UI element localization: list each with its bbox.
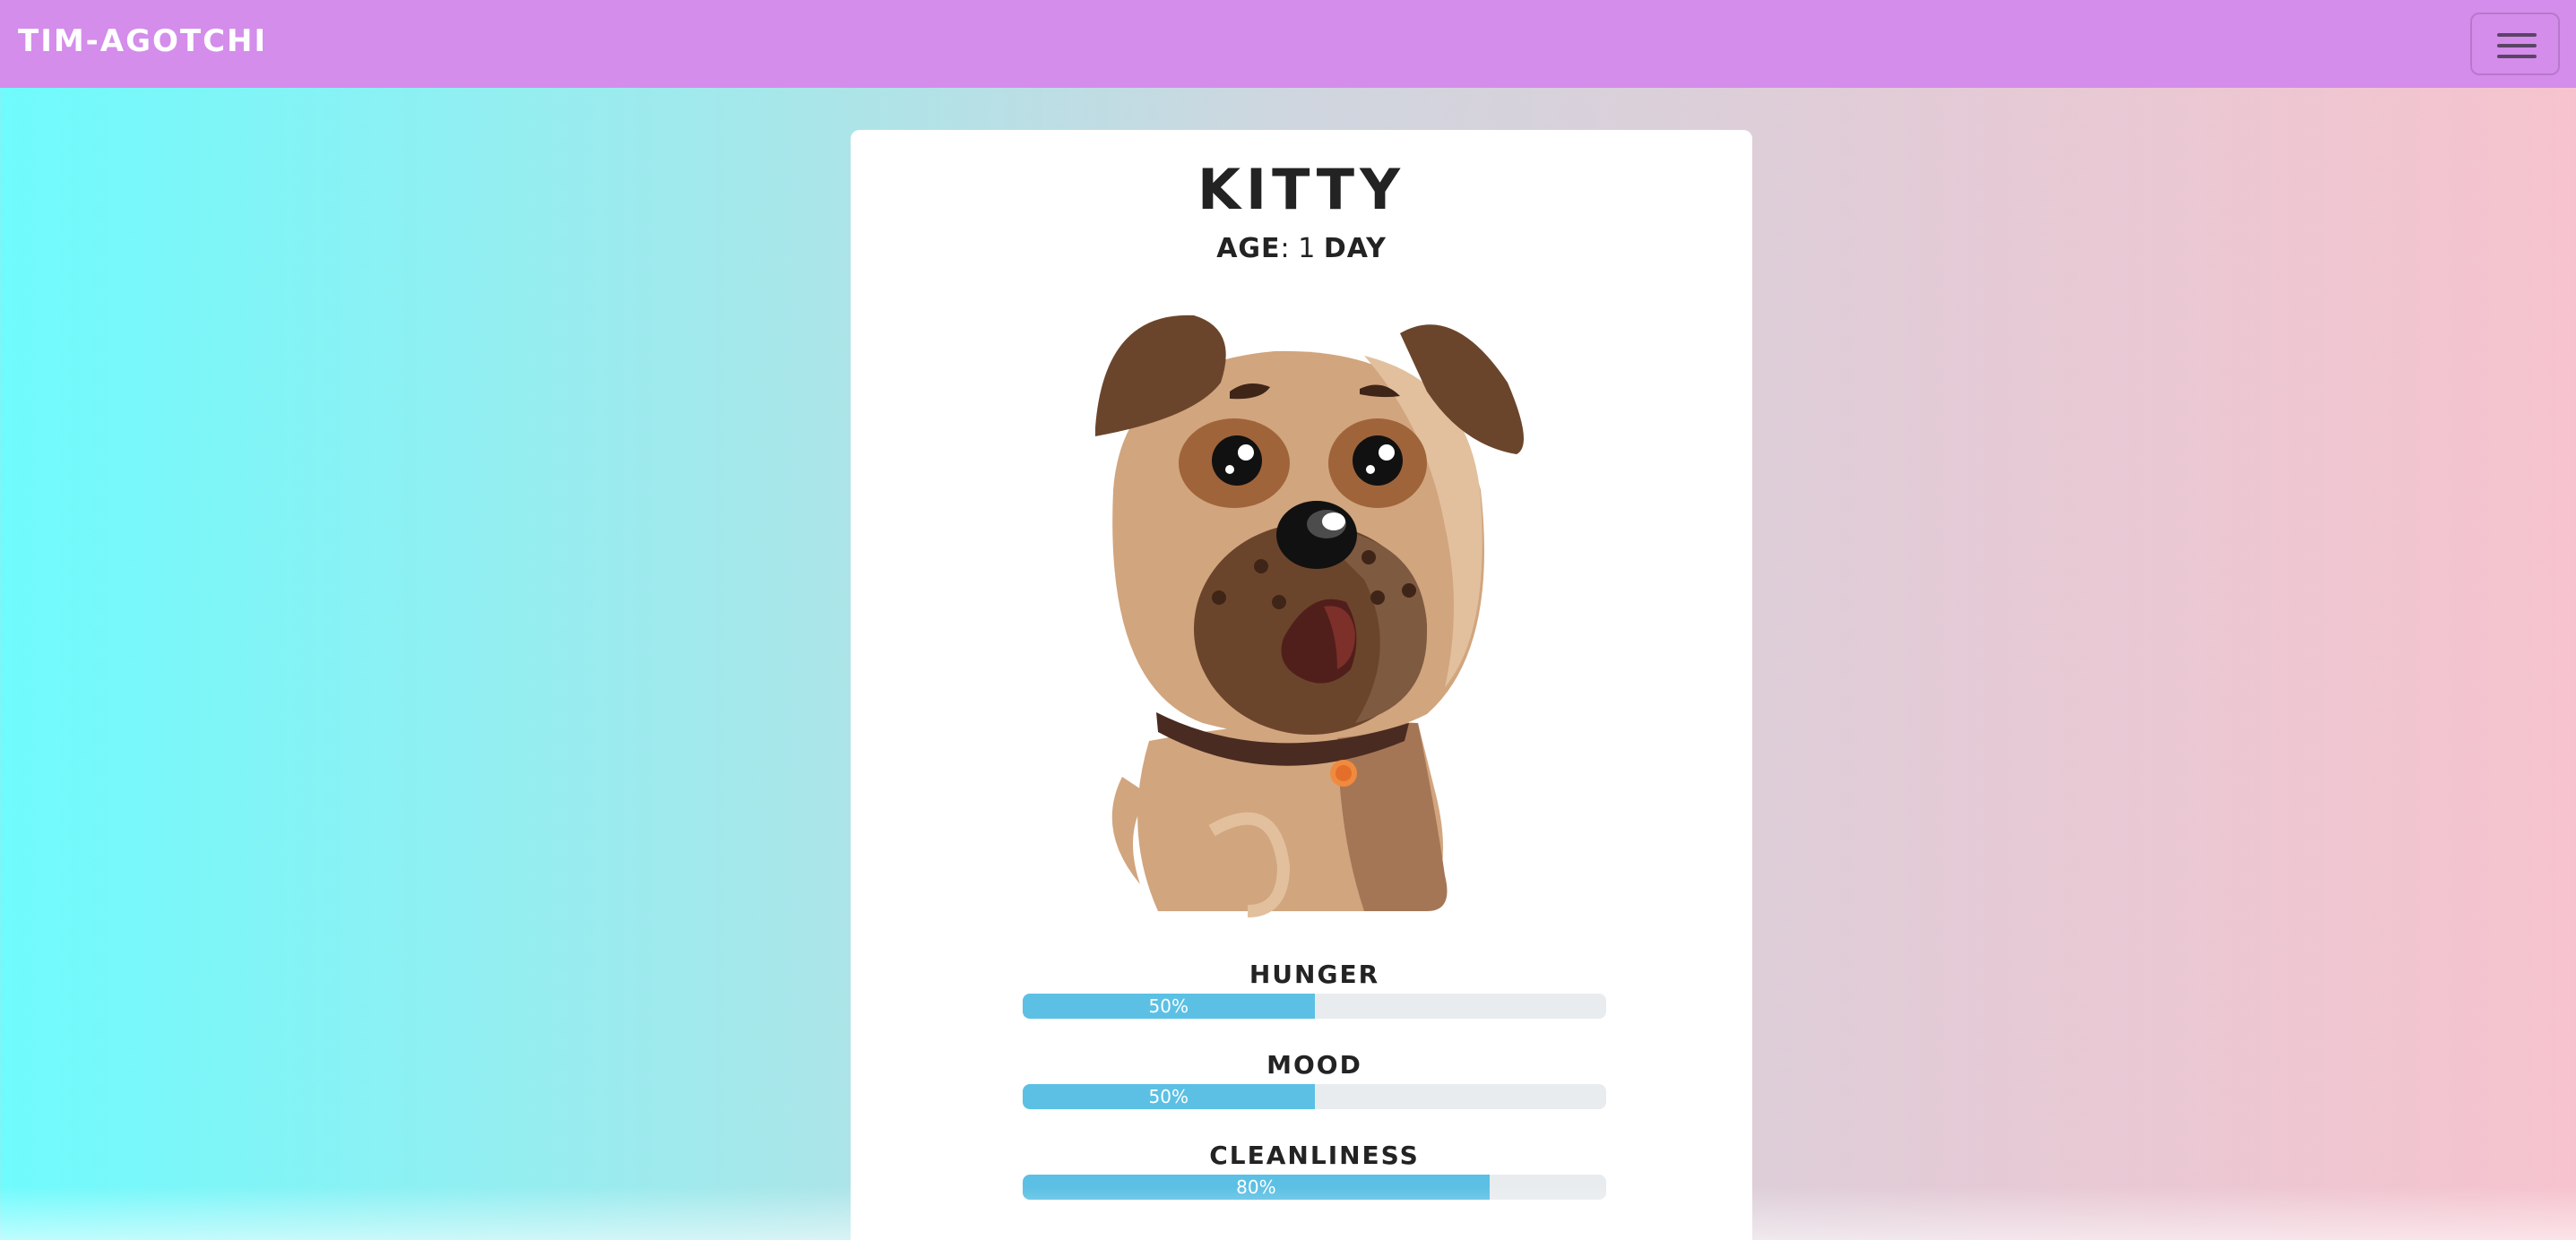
stat-label: HUNGER bbox=[1249, 960, 1380, 989]
progress-bar-track: 80% bbox=[1023, 1175, 1606, 1200]
age-label: AGE bbox=[1216, 233, 1281, 264]
menu-toggle-button[interactable] bbox=[2470, 13, 2560, 75]
pet-image bbox=[1095, 314, 1524, 917]
age-unit: DAY bbox=[1323, 233, 1387, 264]
progress-bar-fill: 50% bbox=[1023, 1084, 1315, 1109]
hamburger-menu-icon bbox=[2497, 33, 2537, 37]
brand-logo[interactable]: TIM-AGOTCHI bbox=[18, 23, 267, 59]
hamburger-menu-icon-bottom bbox=[2497, 55, 2537, 58]
stat-cleanliness: CLEANLINESS 80% bbox=[1023, 1141, 1606, 1200]
pet-card: KITTY AGE: 1 DAY HUNGER 50% MOOD 50% CLE… bbox=[851, 130, 1752, 1240]
progress-bar-track: 50% bbox=[1023, 1084, 1606, 1109]
stat-label: MOOD bbox=[1266, 1050, 1362, 1080]
stat-hunger: HUNGER 50% bbox=[1023, 960, 1606, 1019]
progress-bar-fill: 80% bbox=[1023, 1175, 1490, 1200]
stat-label: CLEANLINESS bbox=[1209, 1141, 1420, 1170]
age-separator: : bbox=[1280, 233, 1290, 264]
progress-bar-track: 50% bbox=[1023, 994, 1606, 1019]
pet-name: KITTY bbox=[1197, 157, 1405, 222]
hamburger-menu-icon-middle bbox=[2497, 44, 2537, 47]
stat-mood: MOOD 50% bbox=[1023, 1050, 1606, 1109]
navbar: TIM-AGOTCHI bbox=[0, 0, 2576, 88]
pet-age: AGE: 1 DAY bbox=[851, 233, 1752, 264]
age-value: 1 bbox=[1298, 233, 1316, 264]
progress-bar-fill: 50% bbox=[1023, 994, 1315, 1019]
